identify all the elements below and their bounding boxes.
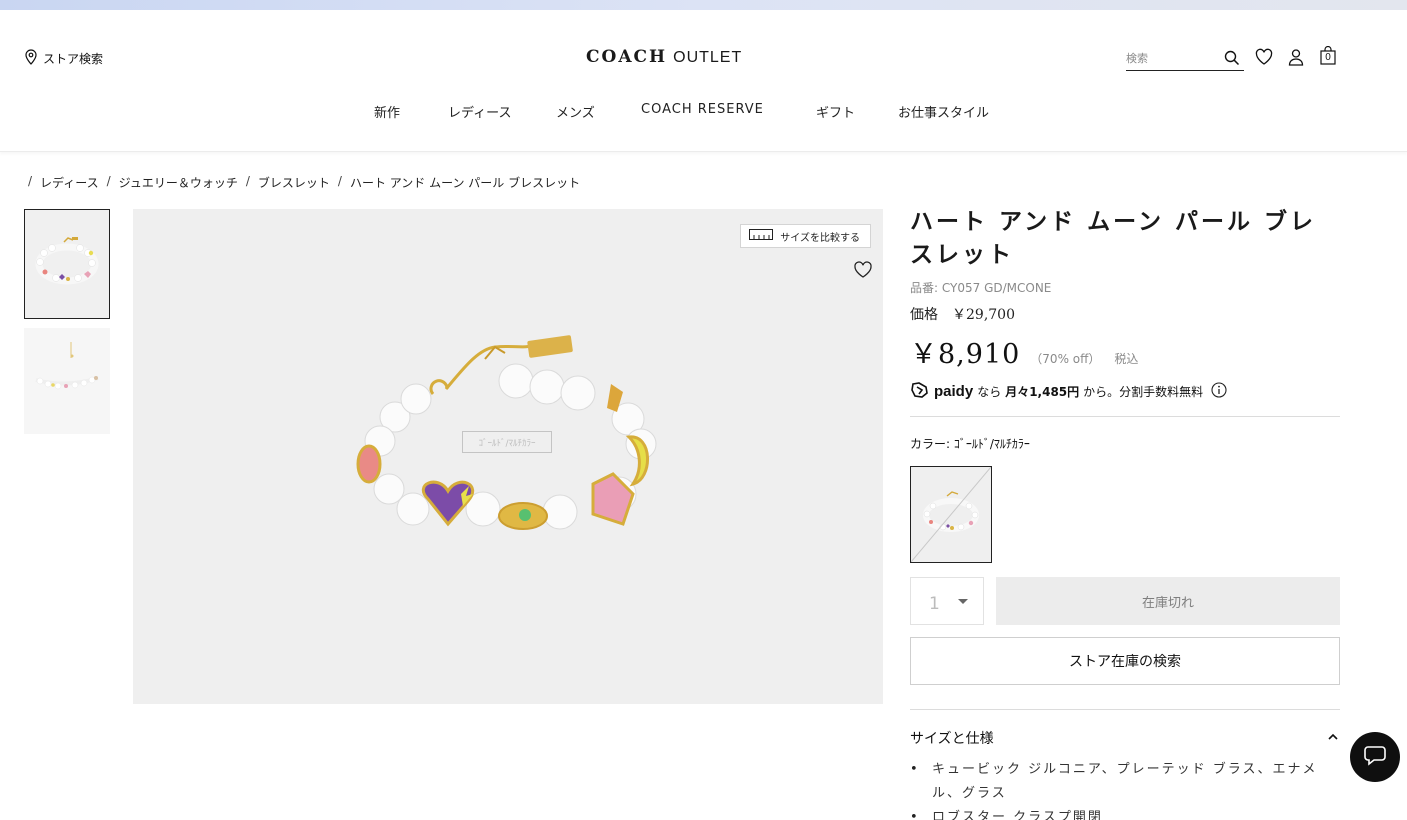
nav-item-coach-reserve[interactable]: COACH RESERVE (641, 102, 764, 117)
bracelet-thumbnail-image (35, 237, 99, 285)
nav-item-work-style[interactable]: お仕事スタイル (898, 102, 989, 121)
search-input[interactable] (1126, 52, 1218, 65)
chat-support-button[interactable] (1350, 732, 1400, 782)
account-user-icon[interactable] (1288, 48, 1304, 70)
product-main-image[interactable]: ｺﾞｰﾙﾄﾞ/ﾏﾙﾁｶﾗｰ サイズを比較する (133, 209, 883, 704)
color-watermark-label: ｺﾞｰﾙﾄﾞ/ﾏﾙﾁｶﾗｰ (462, 431, 552, 453)
bracelet-image (356, 335, 657, 530)
breadcrumb: / レディース / ジュエリー＆ウォッチ / ブレスレット / ハート アンド … (28, 174, 580, 191)
list-price: 価格 ￥29,700 (910, 307, 1015, 323)
shopping-bag-icon[interactable]: 0 (1320, 45, 1336, 69)
quantity-select[interactable]: 1 (910, 577, 984, 625)
section-divider (910, 416, 1340, 417)
paidy-installment-row: paidy なら 月々1,485円 から。分割手数料無料 (910, 381, 1340, 402)
chat-bubble-icon (1363, 744, 1387, 770)
compare-size-button[interactable]: サイズを比較する (740, 224, 871, 248)
thumbnail-2[interactable] (24, 328, 110, 434)
product-sku: 品番: CY057 GD/MCONE (910, 281, 1052, 295)
info-icon[interactable] (1211, 382, 1227, 401)
chevron-up-icon[interactable] (1326, 730, 1340, 746)
paidy-logo-icon (910, 381, 930, 402)
breadcrumb-separator: / (245, 174, 250, 188)
tax-included-label: 税込 (1114, 352, 1139, 366)
coach-outlet-logo[interactable]: COACH OUTLET (586, 47, 742, 67)
sold-out-slash (911, 467, 991, 562)
store-stock-search-button[interactable]: ストア在庫の検索 (910, 637, 1340, 685)
breadcrumb-separator: / (28, 174, 33, 188)
nav-item-ladies[interactable]: レディース (448, 102, 511, 121)
breadcrumb-current-product[interactable]: ハート アンド ムーン パール ブレスレット (350, 174, 580, 191)
sale-price: ￥8,910 (910, 339, 1021, 370)
product-info-panel: ハート アンド ムーン パール ブレスレット 品番: CY057 GD/MCON… (910, 205, 1340, 820)
logo-brand: COACH (586, 47, 668, 67)
sale-price-row: ￥8,910 （70% off） 税込 (910, 332, 1340, 371)
nav-item-new[interactable]: 新作 (374, 102, 400, 121)
search-icon[interactable] (1224, 50, 1240, 70)
quantity-value: 1 (929, 594, 940, 614)
thumbnail-1[interactable] (24, 209, 110, 319)
color-label: カラー: ｺﾞｰﾙﾄﾞ/ﾏﾙﾁｶﾗｰ (910, 437, 1030, 451)
product-title: ハート アンド ムーン パール ブレスレット (910, 208, 1316, 268)
store-search-label: ストア検索 (43, 52, 104, 66)
breadcrumb-bracelet[interactable]: ブレスレット (258, 174, 330, 191)
spec-item: ロブスター クラスプ開閉 (910, 806, 1340, 820)
color-swatch-gold-multi[interactable] (910, 466, 992, 563)
paidy-logo-text: paidy (934, 383, 974, 400)
logo-outlet: OUTLET (673, 49, 743, 66)
section-divider (910, 709, 1340, 710)
spec-item: キュービック ジルコニア、プレーテッド ブラス、エナメル、グラス (910, 758, 1340, 806)
site-header: ストア検索 COACH OUTLET 0 新作 レディース メンズ COACH … (0, 10, 1407, 152)
top-banner-strip (0, 0, 1407, 10)
breadcrumb-ladies[interactable]: レディース (40, 174, 99, 191)
nav-item-gift[interactable]: ギフト (816, 102, 855, 121)
sold-out-button[interactable]: 在庫切れ (996, 577, 1340, 625)
paidy-text-post: から。分割手数料無料 (1083, 385, 1204, 399)
compare-size-label: サイズを比較する (780, 232, 860, 244)
size-spec-title: サイズと仕様 (910, 731, 994, 747)
chevron-down-icon (958, 599, 968, 604)
breadcrumb-separator: / (337, 174, 342, 188)
size-spec-accordion-header[interactable]: サイズと仕様 (910, 728, 1340, 748)
paidy-monthly-amount: 月々1,485円 (1005, 385, 1080, 399)
breadcrumb-jewelry-watch[interactable]: ジュエリー＆ウォッチ (119, 174, 238, 191)
bracelet-flat-thumbnail-image (35, 342, 99, 390)
discount-percent: （70% off） (1030, 352, 1101, 366)
ruler-icon (749, 229, 774, 243)
cart-count-badge: 0 (1325, 52, 1331, 63)
nav-item-mens[interactable]: メンズ (556, 102, 595, 121)
breadcrumb-separator: / (106, 174, 111, 188)
swatch-bracelet-image (911, 467, 991, 562)
search-field[interactable] (1126, 47, 1244, 71)
favorite-heart-icon[interactable] (853, 261, 873, 283)
spec-list: キュービック ジルコニア、プレーテッド ブラス、エナメル、グラス ロブスター ク… (910, 758, 1340, 820)
location-pin-icon (24, 49, 38, 68)
wishlist-heart-icon[interactable] (1255, 48, 1273, 70)
store-search-link[interactable]: ストア検索 (24, 49, 103, 68)
purchase-row: 1 在庫切れ (910, 577, 1340, 625)
paidy-text-pre: なら (977, 385, 1002, 399)
main-nav: 新作 レディース メンズ COACH RESERVE ギフト お仕事スタイル (0, 102, 1407, 124)
